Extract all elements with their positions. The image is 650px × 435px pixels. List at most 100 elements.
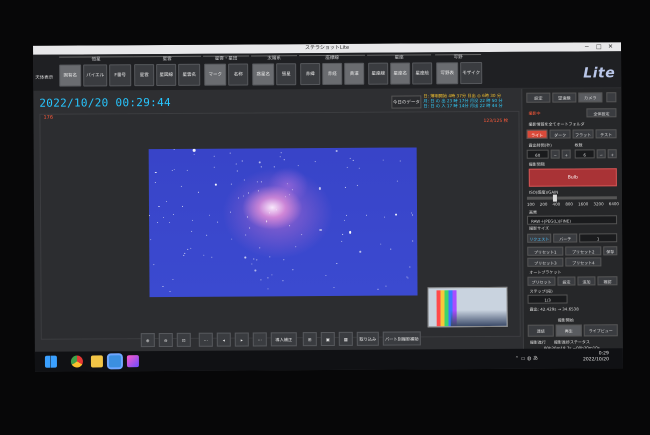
format-select[interactable]: RAW＋JPEG(L)(FINE) [527, 215, 618, 225]
exposure-plus-icon[interactable]: + [561, 149, 571, 159]
system-tray-icons[interactable]: ⌃ ▭ ◍ あ [515, 355, 555, 363]
group-label-clusters: 星雲・星団 [203, 55, 250, 62]
toggle-marks[interactable]: マーク [204, 63, 227, 86]
image-icon[interactable]: ▦ [338, 331, 353, 346]
shooting-info-title: 撮影情報を全てオートフォルダ [528, 121, 585, 127]
toggle-mosaic[interactable]: モザイク [460, 62, 483, 85]
toggle-bayer[interactable]: バイエル [83, 64, 108, 87]
star-point [319, 228, 322, 232]
toggle-constellation-lines[interactable]: 星座線 [368, 62, 389, 85]
more-left-icon[interactable]: ⋯ [198, 332, 213, 347]
toggle-constellation-art[interactable]: 星座絵 [412, 62, 433, 85]
windows-start-icon[interactable] [44, 355, 57, 368]
star-point [230, 211, 232, 213]
toggle-comets[interactable]: 彗星 [276, 63, 297, 86]
auto-preset-button[interactable]: プリセット [527, 276, 556, 286]
star-point [231, 238, 233, 240]
more-right-icon[interactable]: ⋯ [252, 332, 267, 347]
toggle-object-names[interactable]: 名称 [228, 63, 249, 86]
toggle-right-ascension[interactable]: 赤経 [322, 62, 343, 86]
app-icon[interactable] [126, 355, 139, 368]
star-point [411, 212, 413, 214]
tab-telescope[interactable]: 望遠鏡 [552, 92, 577, 103]
play-button[interactable]: 再生 [555, 324, 582, 337]
toggle-declination[interactable]: 赤緯 [300, 63, 321, 86]
star-point [399, 160, 401, 162]
close-icon[interactable]: ✕ [608, 42, 613, 51]
mode-test-button[interactable]: テスト [595, 129, 617, 139]
toggle-star-chart-lines[interactable]: 星図線 [156, 63, 177, 87]
star-point [150, 239, 152, 241]
preset-4-button[interactable]: プリセット4 [565, 257, 602, 267]
star-point [149, 214, 151, 216]
tab-menu-icon[interactable] [606, 92, 617, 103]
frame-icon[interactable]: ▣ [320, 331, 335, 347]
auto-confirm-button[interactable]: 確認 [597, 276, 618, 286]
request-button[interactable]: リクエスト [527, 233, 552, 243]
step-select[interactable]: 1/3 [527, 294, 568, 304]
star-point [406, 277, 408, 279]
tab-camera[interactable]: カメラ [578, 92, 603, 103]
display-mode-label: 天体表示 [35, 75, 54, 81]
next-frame-button[interactable]: ▸ [234, 332, 249, 347]
chrome-icon[interactable] [70, 355, 83, 368]
grid-icon[interactable]: ⊞ [302, 332, 317, 347]
windows-taskbar: ⌃ ▭ ◍ あ 0:29 2022/10/20 [34, 348, 623, 372]
minimize-icon[interactable]: ─ [585, 42, 589, 51]
preset-save-button[interactable]: 保存 [603, 246, 618, 256]
star-point [251, 263, 253, 265]
today-data-button[interactable]: 今日のデータ [391, 95, 422, 109]
captured-star-image[interactable] [148, 147, 418, 298]
toggle-proper-name[interactable]: 固有名 [59, 64, 82, 87]
mode-light-button[interactable]: ライト [526, 129, 548, 139]
toggle-constellation-names[interactable]: 星座名 [390, 62, 411, 85]
taskbar-clock[interactable]: 0:29 2022/10/20 [583, 351, 609, 363]
shots-plus-icon[interactable]: + [607, 149, 617, 159]
star-point [352, 160, 354, 162]
toggle-nebula[interactable]: 星雲 [134, 64, 155, 87]
alignment-correction-button[interactable]: 導入補正 [270, 332, 297, 347]
star-point [193, 149, 196, 152]
global-settings-button[interactable]: 全体設定 [586, 108, 617, 118]
preset-2-button[interactable]: プリセット2 [565, 246, 602, 256]
toggle-ecliptic[interactable]: 黄道 [344, 62, 365, 85]
exposure-minus-icon[interactable]: − [550, 149, 560, 159]
star-point [173, 214, 175, 216]
histogram-curve [450, 309, 507, 327]
toggle-field-table[interactable]: 写野表 [436, 62, 459, 85]
fit-view-icon[interactable]: ⊡ [176, 332, 191, 347]
zoom-out-icon[interactable]: ⊖ [158, 332, 173, 348]
star-point [197, 191, 199, 193]
auto-add-button[interactable]: 追加 [577, 276, 596, 286]
continuous-button[interactable]: 連続 [527, 324, 554, 337]
preset-1-button[interactable]: プリセット1 [527, 246, 564, 256]
preset-3-button[interactable]: プリセット3 [527, 257, 564, 267]
prev-frame-button[interactable]: ◂ [216, 332, 231, 347]
iso-slider-handle[interactable] [552, 194, 557, 202]
iso-slider-track[interactable] [526, 196, 617, 200]
shots-minus-icon[interactable]: − [596, 149, 606, 159]
star-point [208, 214, 210, 216]
live-view-button[interactable]: ライブビュー [583, 324, 618, 337]
setup-select[interactable]: 1 [579, 233, 618, 243]
maximize-icon[interactable]: □ [596, 42, 602, 51]
star-point [256, 181, 259, 183]
folder-icon[interactable] [90, 355, 103, 368]
tab-settings[interactable]: 設定 [526, 92, 551, 103]
part-shooting-assist-button[interactable]: パート別撮影補助 [382, 331, 421, 346]
toggle-planet-names[interactable]: 惑星名 [252, 63, 275, 86]
app-logo: Lite [583, 65, 616, 82]
version-button[interactable]: バーチ [553, 233, 578, 243]
bulb-mode-button[interactable]: Bulb [528, 168, 617, 187]
star-point [336, 150, 338, 152]
toggle-flamsteed[interactable]: F番号 [109, 64, 132, 87]
zoom-in-icon[interactable]: ⊕ [140, 333, 155, 348]
stellashot-icon[interactable] [108, 355, 121, 368]
mode-flat-button[interactable]: フラット [572, 129, 594, 139]
shots-input[interactable]: 6 [574, 149, 595, 159]
mode-dark-button[interactable]: ダーク [549, 129, 571, 139]
auto-settings-button[interactable]: 設定 [557, 276, 576, 286]
import-button[interactable]: 取り込み [356, 331, 379, 346]
exposure-input[interactable]: 60 [526, 149, 549, 159]
toggle-nebula-names[interactable]: 星雲名 [178, 63, 201, 86]
